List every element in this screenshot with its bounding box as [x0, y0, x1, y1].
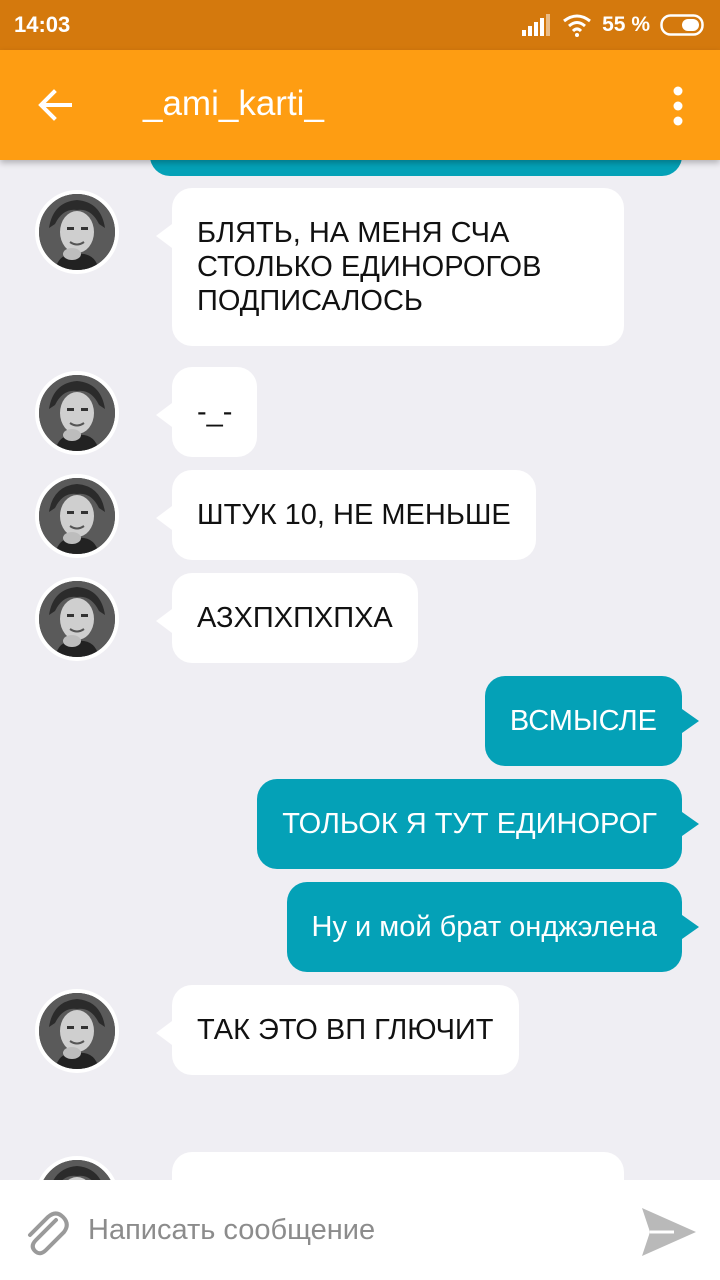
message-bubble-incoming[interactable]: АЗХПХПХПХА	[156, 573, 418, 663]
message-text: ШТУК 10, НЕ МЕНЬШЕ	[197, 499, 511, 531]
more-vert-icon[interactable]	[666, 86, 690, 126]
app-bar: _ami_karti_	[0, 50, 720, 160]
battery-icon	[660, 14, 704, 36]
message-text: ТОЛЬОК Я ТУТ ЕДИНОРОГ	[282, 808, 657, 840]
message-bubble-incoming-partial[interactable]	[172, 1152, 624, 1180]
battery-percent: 55 %	[602, 13, 650, 36]
message-bubble-incoming[interactable]: ШТУК 10, НЕ МЕНЬШЕ	[156, 470, 536, 560]
message-bubble-outgoing[interactable]: ВСМЫСЛЕ	[484, 676, 700, 766]
wifi-icon	[563, 14, 592, 37]
message-input[interactable]	[88, 1208, 608, 1252]
message-text: АЗХПХПХПХА	[197, 602, 393, 634]
chat-title[interactable]: _ami_karti_	[143, 84, 324, 124]
outgoing-bubble-partial	[150, 160, 682, 176]
status-time: 14:03	[14, 12, 71, 37]
message-text: ВСМЫСЛЕ	[509, 705, 657, 737]
avatar-photo	[39, 1160, 115, 1180]
avatar-photo	[39, 478, 115, 554]
send-icon[interactable]	[640, 1204, 698, 1260]
message-text: Ну и мой брат онджэлена	[311, 911, 657, 943]
composer-bar	[0, 1180, 720, 1280]
signal-icon	[522, 14, 551, 36]
message-bubble-outgoing[interactable]: Ну и мой брат онджэлена	[286, 882, 700, 972]
avatar-photo	[39, 993, 115, 1069]
message-bubble-incoming[interactable]: -_-	[155, 367, 258, 457]
paperclip-icon[interactable]	[20, 1206, 72, 1258]
message-bubble-outgoing[interactable]: ТОЛЬОК Я ТУТ ЕДИНОРОГ	[257, 779, 699, 869]
message-text: ТАК ЭТО ВП ГЛЮЧИТ	[197, 1014, 494, 1046]
avatar[interactable]	[35, 190, 119, 274]
avatar[interactable]	[35, 1156, 119, 1180]
status-icons: 55 %	[522, 10, 706, 40]
avatar[interactable]	[35, 371, 119, 455]
back-arrow-icon[interactable]	[32, 82, 78, 128]
avatar[interactable]	[35, 989, 119, 1073]
avatar-photo	[39, 375, 115, 451]
message-text: БЛЯТЬ, НА МЕНЯ СЧА СТОЛЬКО ЕДИНОРОГОВ ПО…	[197, 217, 542, 317]
avatar[interactable]	[35, 474, 119, 558]
avatar-photo	[39, 194, 115, 270]
message-bubble-incoming[interactable]: БЛЯТЬ, НА МЕНЯ СЧА СТОЛЬКО ЕДИНОРОГОВ ПО…	[156, 188, 624, 346]
avatar[interactable]	[35, 577, 119, 661]
message-list[interactable]: БЛЯТЬ, НА МЕНЯ СЧА СТОЛЬКО ЕДИНОРОГОВ ПО…	[0, 160, 720, 1180]
message-text: -_-	[197, 396, 233, 428]
avatar-photo	[39, 581, 115, 657]
message-bubble-incoming[interactable]: ТАК ЭТО ВП ГЛЮЧИТ	[156, 985, 519, 1075]
status-bar: 14:03 55 %	[0, 0, 720, 50]
